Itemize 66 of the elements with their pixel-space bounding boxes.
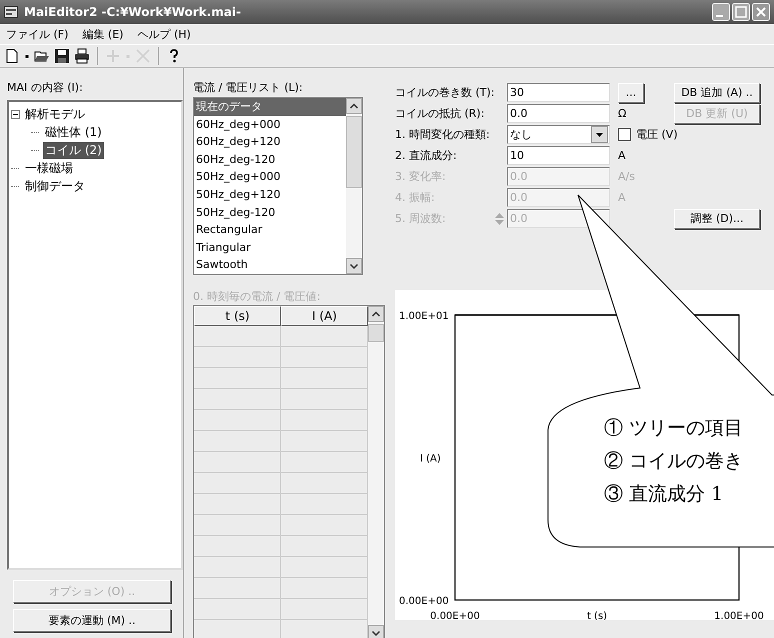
scroll-thumb[interactable] bbox=[368, 324, 384, 342]
field-label: コイルの抵抗 (R): bbox=[395, 106, 484, 121]
field-label: 2. 直流成分: bbox=[395, 148, 457, 163]
tree-item[interactable]: コイル (2) bbox=[43, 142, 104, 158]
callout-text: ① ツリーの項目 bbox=[604, 416, 744, 441]
list-item[interactable]: Sawtooth bbox=[194, 256, 346, 274]
tree-item[interactable]: 一様磁場 bbox=[23, 160, 75, 176]
list-label: 電流 / 電圧リスト (L): bbox=[193, 80, 304, 95]
callout-text: ② コイルの巻き bbox=[604, 449, 744, 474]
scrollbar[interactable] bbox=[346, 98, 362, 274]
list-item[interactable]: 50Hz_deg-120 bbox=[194, 204, 346, 222]
input-field[interactable]: 10 bbox=[507, 146, 610, 165]
browse-button[interactable]: ... bbox=[618, 82, 644, 102]
field-label: 4. 振幅: bbox=[395, 190, 435, 205]
menu-item[interactable]: ヘルプ (H) bbox=[137, 26, 191, 42]
scrollbar[interactable] bbox=[368, 306, 384, 638]
list-item[interactable]: Rectangular bbox=[194, 221, 346, 239]
unit-label: Ω bbox=[618, 107, 626, 120]
app-icon bbox=[4, 6, 18, 18]
list-item[interactable]: 60Hz_deg+000 bbox=[194, 116, 346, 134]
field-label: コイルの巻き数 (T): bbox=[395, 85, 495, 100]
list-item[interactable]: 現在のデータ bbox=[194, 98, 346, 116]
y-tick-label: 1.00E+01 bbox=[399, 311, 449, 322]
list-item[interactable]: Triangular bbox=[194, 238, 346, 256]
unit-label: A bbox=[618, 191, 626, 204]
field-label: 1. 時間変化の種類: bbox=[395, 127, 490, 142]
checkbox-label: 電圧 (V) bbox=[636, 127, 678, 142]
scroll-up-button[interactable] bbox=[368, 306, 384, 322]
printer-icon[interactable] bbox=[74, 48, 90, 64]
scroll-thumb[interactable] bbox=[346, 116, 362, 188]
list-item[interactable]: 60Hz_deg+120 bbox=[194, 133, 346, 151]
menu-item[interactable]: ファイル (F) bbox=[6, 26, 68, 42]
dialog-button[interactable]: 要素の運動 (M) .. bbox=[13, 609, 171, 632]
caret-icon[interactable] bbox=[591, 126, 608, 143]
tree-item[interactable]: 磁性体 (1) bbox=[43, 124, 104, 140]
input-field[interactable]: 0.0 bbox=[507, 104, 610, 123]
unit-label: A bbox=[618, 149, 626, 162]
menu-item[interactable]: 編集 (E) bbox=[82, 26, 124, 42]
close-icon[interactable] bbox=[752, 3, 770, 21]
window-title: MaiEditor2 -C:¥Work¥Work.mai- bbox=[24, 5, 242, 19]
y-tick-label: 0.00E+00 bbox=[399, 596, 449, 607]
dropdown-field[interactable]: なし bbox=[507, 125, 610, 144]
scroll-down-button[interactable] bbox=[346, 258, 362, 274]
y-axis-label: I (A) bbox=[420, 454, 441, 464]
list-item[interactable]: 50Hz_deg+000 bbox=[194, 168, 346, 186]
tree-item[interactable]: 解析モデル bbox=[23, 106, 87, 122]
tree-label: MAI の内容 (I): bbox=[7, 80, 84, 96]
save-icon[interactable] bbox=[54, 48, 70, 64]
list-item[interactable]: 50Hz_deg+120 bbox=[194, 186, 346, 204]
x-tick-label: 0.00E+00 bbox=[430, 611, 480, 620]
tree-item[interactable]: 制御データ bbox=[23, 178, 87, 194]
dialog-button[interactable]: DB 追加 (A) .. bbox=[674, 82, 760, 102]
new-document-icon[interactable] bbox=[4, 48, 20, 64]
input-field[interactable]: 30 bbox=[507, 83, 610, 102]
collapse-icon[interactable] bbox=[11, 110, 23, 118]
list-item[interactable]: 60Hz_deg-120 bbox=[194, 150, 346, 168]
scroll-up-button[interactable] bbox=[346, 98, 362, 114]
grid-label: 0. 時刻毎の電流 / 電圧値: bbox=[193, 288, 322, 304]
scroll-down-button[interactable] bbox=[368, 624, 384, 638]
callout-text: ③ 直流成分 1 bbox=[604, 482, 724, 507]
unit-label: A/s bbox=[618, 170, 635, 183]
checkbox[interactable] bbox=[618, 128, 631, 141]
x-tick-label: 1.00E+00 bbox=[714, 611, 764, 620]
x-axis-label: t (s) bbox=[586, 611, 608, 620]
field-label: 5. 周波数: bbox=[395, 211, 446, 226]
field-label: 3. 変化率: bbox=[395, 169, 446, 184]
